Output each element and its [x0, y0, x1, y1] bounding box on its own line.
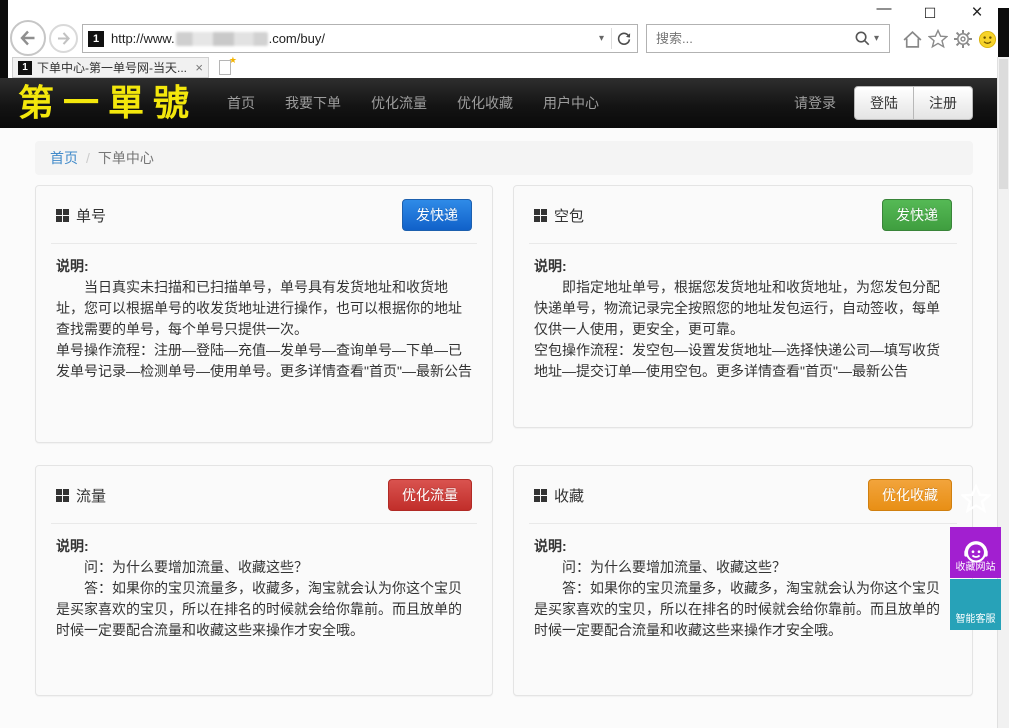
- card-paragraph: 空包操作流程：发空包—设置发货地址—选择快递公司—填写收货地址—提交订单—使用空…: [534, 340, 952, 382]
- note-label: 说明:: [534, 536, 952, 557]
- page-content: 首页 / 下单中心 单号 发快递 说明: 当日真实未扫描和已扫描单号，单号具有发…: [0, 128, 997, 728]
- card-title: 收藏: [554, 485, 584, 506]
- grid-icon: [56, 209, 69, 222]
- card-traffic: 流量 优化流量 说明: 问：为什么要增加流量、收藏这些？ 答：如果你的宝贝流量多…: [35, 465, 493, 696]
- favorites-star-icon[interactable]: [927, 29, 949, 49]
- card-header: 单号 发快递: [36, 186, 492, 243]
- card-paragraph: 即指定地址单号，根据您发货地址和收货地址，为您发包分配快递单号，物流记录完全按照…: [534, 277, 952, 340]
- card-title: 空包: [554, 205, 584, 226]
- nav-item-favorites[interactable]: 优化收藏: [442, 78, 528, 128]
- nav-right: 请登录 登陆 注册: [794, 86, 973, 120]
- scrollbar-thumb[interactable]: [999, 59, 1008, 189]
- tab-bar: 1 下单中心-第一单号网-当天... × ★: [8, 57, 998, 78]
- nav-item-home[interactable]: 首页: [212, 78, 270, 128]
- card-paragraph: 问：为什么要增加流量、收藏这些？: [534, 557, 952, 578]
- card-favorites: 收藏 优化收藏 说明: 问：为什么要增加流量、收藏这些？ 答：如果你的宝贝流量多…: [513, 465, 973, 696]
- send-express-button[interactable]: 发快递: [402, 199, 472, 231]
- new-tab-button[interactable]: ★: [217, 59, 237, 77]
- card-paragraph: 当日真实未扫描和已扫描单号，单号具有发货地址和收货地址，您可以根据单号的收发货地…: [56, 277, 472, 340]
- grid-icon: [534, 209, 547, 222]
- window-titlebar: — ☐ ×: [8, 0, 998, 22]
- browser-toolbar: 1 http://www. .com/buy/ ▾ ▾: [8, 20, 998, 57]
- widget-label: 智能客服: [956, 614, 996, 626]
- new-tab-spark-icon: ★: [229, 55, 237, 66]
- send-express-button[interactable]: 发快递: [882, 199, 952, 231]
- search-box[interactable]: ▾: [646, 24, 890, 53]
- desktop-edge-right: [998, 8, 1009, 58]
- register-button[interactable]: 注册: [913, 86, 973, 120]
- back-arrow-icon: [18, 28, 38, 48]
- nav-item-place-order[interactable]: 我要下单: [270, 78, 356, 128]
- floating-widgets: 收藏网站 智能客服: [950, 527, 1001, 631]
- card-body: 说明: 问：为什么要增加流量、收藏这些？ 答：如果你的宝贝流量多，收藏多，淘宝就…: [36, 524, 492, 671]
- nav-item-traffic[interactable]: 优化流量: [356, 78, 442, 128]
- breadcrumb-separator: /: [86, 150, 90, 166]
- url-prefix: http://www.: [111, 31, 175, 46]
- site-favicon: 1: [88, 31, 104, 47]
- card-body: 说明: 问：为什么要增加流量、收藏这些？ 答：如果你的宝贝流量多，收藏多，淘宝就…: [514, 524, 972, 671]
- url-domain-blurred: [176, 32, 268, 46]
- card-header: 收藏 优化收藏: [514, 466, 972, 523]
- card-body: 说明: 当日真实未扫描和已扫描单号，单号具有发货地址和收货地址，您可以根据单号的…: [36, 244, 492, 412]
- card-paragraph: 问：为什么要增加流量、收藏这些？: [56, 557, 472, 578]
- card-order-number: 单号 发快递 说明: 当日真实未扫描和已扫描单号，单号具有发货地址和收货地址，您…: [35, 185, 493, 443]
- grid-icon: [534, 489, 547, 502]
- site-navbar: 第一單號 首页 我要下单 优化流量 优化收藏 用户中心 请登录 登陆 注册: [0, 78, 997, 128]
- card-header: 流量 优化流量: [36, 466, 492, 523]
- login-button[interactable]: 登陆: [854, 86, 914, 120]
- card-paragraph: 答：如果你的宝贝流量多，收藏多，淘宝就会认为你这个宝贝是买家喜欢的宝贝，所以在排…: [534, 578, 952, 641]
- card-title: 单号: [76, 205, 106, 226]
- settings-gear-icon[interactable]: [952, 29, 974, 49]
- nav-item-user-center[interactable]: 用户中心: [528, 78, 614, 128]
- note-label: 说明:: [56, 256, 472, 277]
- auth-button-group: 登陆 注册: [854, 86, 973, 120]
- optimize-favorites-button[interactable]: 优化收藏: [868, 479, 952, 511]
- nav-menu: 首页 我要下单 优化流量 优化收藏 用户中心: [212, 78, 614, 128]
- tab-close-icon[interactable]: ×: [195, 60, 203, 75]
- breadcrumb-home-link[interactable]: 首页: [50, 148, 78, 168]
- card-paragraph: 单号操作流程：注册—登陆—充值—发单号—查询单号—下单—已发单号记录—检测单号—…: [56, 340, 472, 382]
- note-label: 说明:: [534, 256, 952, 277]
- star-icon: [961, 484, 991, 519]
- forward-arrow-icon: [55, 30, 72, 47]
- refresh-icon[interactable]: [616, 31, 632, 47]
- address-bar[interactable]: 1 http://www. .com/buy/ ▾: [82, 24, 638, 53]
- breadcrumb: 首页 / 下单中心: [35, 141, 973, 175]
- card-empty-package: 空包 发快递 说明: 即指定地址单号，根据您发货地址和收货地址，为您发包分配快递…: [513, 185, 973, 428]
- search-input[interactable]: [654, 30, 854, 47]
- search-dropdown-caret-icon[interactable]: ▾: [874, 33, 879, 44]
- feedback-smiley-icon[interactable]: [976, 29, 998, 49]
- tab-favicon: 1: [18, 61, 32, 75]
- site-logo[interactable]: 第一單號: [18, 80, 198, 126]
- url-suffix: .com/buy/: [269, 31, 325, 46]
- tab-title: 下单中心-第一单号网-当天...: [37, 59, 191, 76]
- optimize-traffic-button[interactable]: 优化流量: [388, 479, 472, 511]
- login-hint-text: 请登录: [794, 93, 836, 113]
- cards-grid: 单号 发快递 说明: 当日真实未扫描和已扫描单号，单号具有发货地址和收货地址，您…: [35, 185, 973, 696]
- grid-icon: [56, 489, 69, 502]
- headset-smiley-icon: [961, 536, 991, 571]
- divider: [611, 28, 612, 49]
- tab-order-center[interactable]: 1 下单中心-第一单号网-当天... ×: [12, 57, 209, 78]
- breadcrumb-current: 下单中心: [98, 148, 154, 168]
- card-paragraph: 答：如果你的宝贝流量多，收藏多，淘宝就会认为你这个宝贝是买家喜欢的宝贝，所以在排…: [56, 578, 472, 641]
- note-label: 说明:: [56, 536, 472, 557]
- card-body: 说明: 即指定地址单号，根据您发货地址和收货地址，为您发包分配快递单号，物流记录…: [514, 244, 972, 412]
- card-header: 空包 发快递: [514, 186, 972, 243]
- home-icon[interactable]: [901, 29, 923, 49]
- smart-service-widget[interactable]: 智能客服: [950, 579, 1001, 630]
- back-button[interactable]: [10, 20, 46, 56]
- card-title: 流量: [76, 485, 106, 506]
- search-icon[interactable]: [854, 30, 871, 47]
- url-dropdown-caret-icon[interactable]: ▾: [599, 33, 604, 44]
- forward-button[interactable]: [49, 24, 78, 53]
